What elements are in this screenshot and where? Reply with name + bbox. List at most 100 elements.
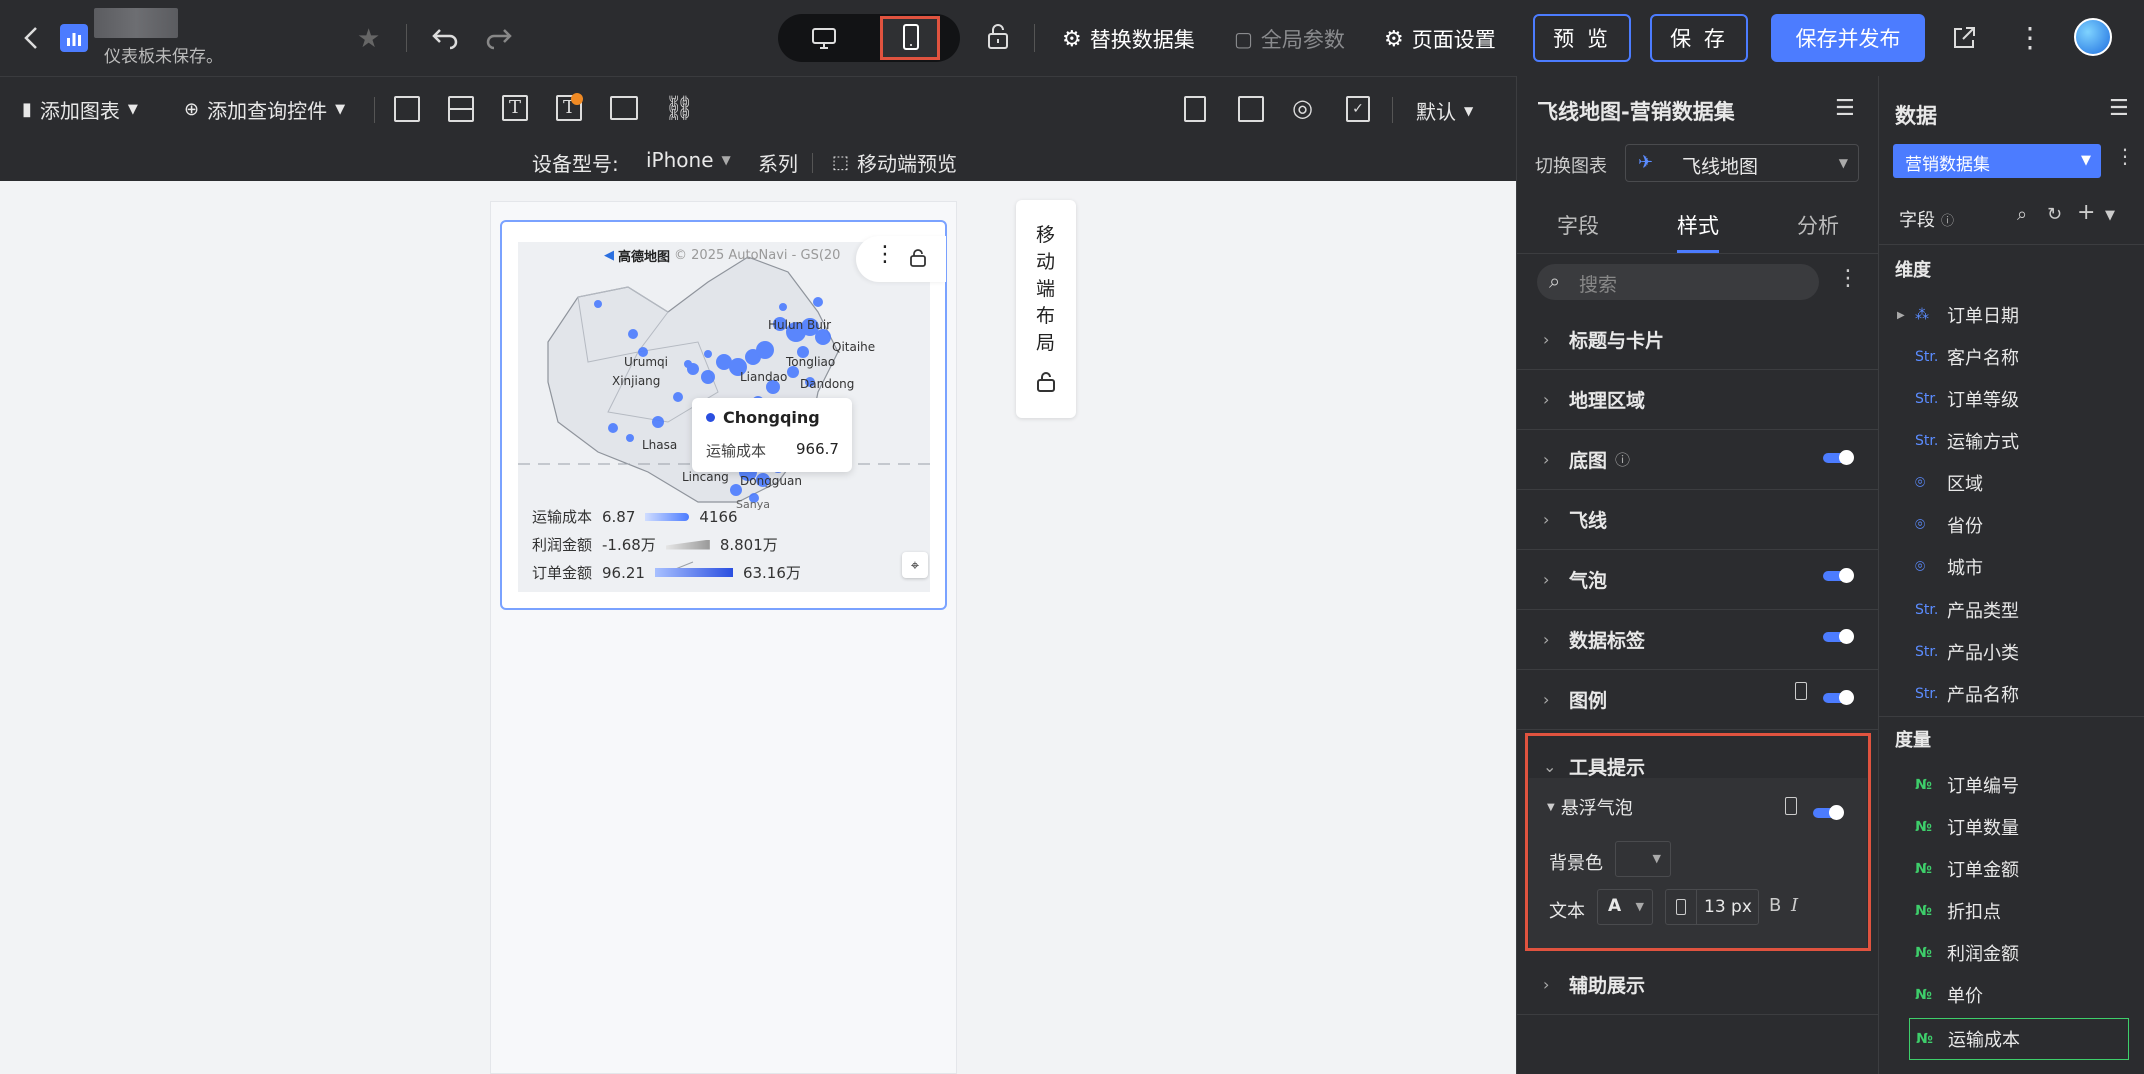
field-region[interactable]: ⌾ 区域 — [1879, 462, 2144, 504]
page-settings-button[interactable]: ⚙ 页面设置 — [1384, 24, 1496, 54]
divider — [1034, 24, 1035, 52]
add-chart-button[interactable]: ▮ 添加图表 ▼ — [22, 95, 138, 124]
tooltip-value: 966.7 — [796, 440, 839, 458]
caret-down-icon: ▼ — [1547, 801, 1555, 813]
back-icon[interactable] — [20, 24, 44, 52]
map-place-label: Xinjiang — [612, 374, 661, 388]
legend-toggle[interactable] — [1823, 690, 1854, 705]
device-model-select[interactable]: iPhone ▼ — [646, 148, 731, 172]
field-discount[interactable]: № 折扣点 — [1879, 890, 2144, 932]
more-vertical-icon[interactable]: ⋮ — [874, 242, 896, 267]
section-title-card[interactable]: › 标题与卡片 — [1517, 310, 1878, 370]
link-icon[interactable]: ⛓ — [664, 94, 694, 122]
search-icon[interactable]: ⌕ — [2017, 204, 2027, 225]
plus-icon[interactable]: + — [2077, 200, 2095, 225]
grid-layout-icon[interactable] — [448, 96, 474, 122]
field-order-quantity[interactable]: № 订单数量 — [1879, 806, 2144, 848]
text-icon[interactable]: T — [502, 95, 528, 121]
field-order-level[interactable]: Str. 订单等级 — [1879, 378, 2144, 420]
undo-icon[interactable] — [430, 22, 460, 57]
divider — [374, 97, 375, 123]
field-product-name[interactable]: Str. 产品名称 — [1879, 673, 2144, 715]
base-map-toggle[interactable] — [1823, 450, 1854, 465]
mobile-preview-button[interactable]: ⬚ 移动端预览 — [832, 148, 957, 177]
bold-button[interactable]: B — [1769, 895, 1781, 916]
field-unit-price[interactable]: № 单价 — [1879, 974, 2144, 1016]
lock-icon[interactable] — [984, 22, 1012, 57]
hierarchy-icon: ⁂ — [1915, 307, 1929, 323]
device-model-label: 设备型号: — [532, 152, 619, 176]
hover-bubble-toggle[interactable] — [1813, 805, 1844, 820]
more-vertical-icon[interactable]: ⋮ — [1837, 266, 1859, 291]
data-label-toggle[interactable] — [1823, 629, 1854, 644]
save-publish-button[interactable]: 保存并发布 — [1771, 14, 1925, 62]
mobile-device-button[interactable] — [880, 16, 940, 60]
section-auxiliary[interactable]: › 辅助展示 — [1517, 955, 1878, 1015]
field-order-amount[interactable]: № 订单金额 — [1879, 848, 2144, 890]
hover-bubble-subsection[interactable]: ▼ 悬浮气泡 — [1547, 794, 1633, 820]
add-query-control-button[interactable]: ⊕ 添加查询控件 ▼ — [184, 95, 345, 124]
bubble-toggle[interactable] — [1823, 568, 1854, 583]
hierarchy-icon[interactable] — [1238, 96, 1264, 122]
zoom-plus-icon: ⊕ — [184, 99, 200, 120]
field-province[interactable]: ⌾ 省份 — [1879, 504, 2144, 546]
field-city[interactable]: ⌾ 城市 — [1879, 546, 2144, 588]
more-vertical-icon[interactable]: ⋮ — [2115, 144, 2135, 168]
section-geo-region[interactable]: › 地理区域 — [1517, 370, 1878, 430]
desktop-icon[interactable] — [810, 24, 838, 57]
chevron-right-icon: › — [1543, 510, 1550, 529]
section-bubble[interactable]: › 气泡 — [1517, 550, 1878, 610]
check-doc-icon[interactable]: ✓ — [1346, 96, 1370, 122]
image-icon[interactable] — [610, 96, 638, 120]
star-icon[interactable]: ★ — [357, 24, 380, 54]
eye-hide-icon[interactable]: ◎ — [1292, 94, 1313, 122]
device-series-button[interactable]: 系列 — [758, 148, 798, 177]
bg-color-picker[interactable]: ▼ — [1615, 841, 1671, 877]
collapse-panel-icon[interactable]: ☰ — [2109, 96, 2129, 121]
font-color-select[interactable]: A ▼ — [1597, 889, 1653, 925]
tooltip-metric: 运输成本 — [706, 442, 767, 460]
chevron-right-icon: › — [1543, 450, 1550, 469]
lock-icon[interactable] — [908, 248, 928, 273]
legend-row: 订单金额 96.21 63.16万 — [532, 563, 801, 583]
divider — [1517, 253, 1878, 254]
theme-select[interactable]: 默认 ▼ — [1416, 96, 1473, 125]
field-order-date[interactable]: ▶ ⁂ 订单日期 — [1879, 294, 2144, 336]
mobile-icon — [1785, 797, 1797, 815]
tab-analysis[interactable]: 分析 — [1797, 210, 1839, 240]
field-customer-name[interactable]: Str. 客户名称 — [1879, 336, 2144, 378]
replace-dataset-button[interactable]: ⚙ 替换数据集 — [1062, 24, 1195, 54]
tab-style[interactable]: 样式 — [1677, 210, 1719, 240]
collapse-panel-icon[interactable]: ☰ — [1835, 96, 1855, 121]
field-ship-mode[interactable]: Str. 运输方式 — [1879, 420, 2144, 462]
search-input[interactable]: ⌕ 搜索 — [1537, 264, 1819, 300]
preview-button[interactable]: 预 览 — [1533, 14, 1631, 62]
field-product-type[interactable]: Str. 产品类型 — [1879, 589, 2144, 631]
layout-tabs-icon[interactable] — [394, 96, 420, 122]
report-icon[interactable] — [1184, 96, 1206, 122]
tab-fields[interactable]: 字段 — [1557, 210, 1599, 240]
save-button[interactable]: 保 存 — [1650, 14, 1748, 62]
flyline-map-card[interactable]: Hulun Buir Qitaihe Urumqi Xinjiang Liand… — [500, 220, 947, 610]
font-size-input[interactable]: 13 px — [1665, 889, 1759, 925]
caret-down-icon[interactable]: ▼ — [2105, 208, 2115, 223]
refresh-icon[interactable]: ↻ — [2047, 204, 2062, 225]
italic-button[interactable]: I — [1791, 895, 1798, 916]
redo-icon[interactable] — [484, 22, 514, 57]
avatar[interactable] — [2074, 18, 2112, 56]
more-vertical-icon[interactable]: ⋮ — [2016, 20, 2044, 56]
field-profit[interactable]: № 利润金额 — [1879, 932, 2144, 974]
divider — [406, 24, 407, 52]
external-link-icon[interactable] — [1950, 24, 1978, 57]
lock-icon[interactable] — [1034, 370, 1058, 399]
field-shipping-cost[interactable]: № 运输成本 — [1909, 1018, 2129, 1060]
dataset-select[interactable]: 营销数据集 ▼ — [1893, 144, 2101, 178]
section-flyline[interactable]: › 飞线 — [1517, 490, 1878, 550]
locate-icon[interactable]: ⌖ — [902, 552, 928, 578]
chart-type-select[interactable]: ✈ 飞线地图 ▼ — [1625, 144, 1859, 182]
global-params-button[interactable]: ▢ 全局参数 — [1234, 24, 1345, 54]
mobile-layout-panel[interactable]: 移 动 端 布 局 — [1016, 200, 1076, 418]
field-product-subcategory[interactable]: Str. 产品小类 — [1879, 631, 2144, 673]
dashboard-title-blurred[interactable] — [94, 8, 178, 38]
field-order-id[interactable]: № 订单编号 — [1879, 764, 2144, 806]
